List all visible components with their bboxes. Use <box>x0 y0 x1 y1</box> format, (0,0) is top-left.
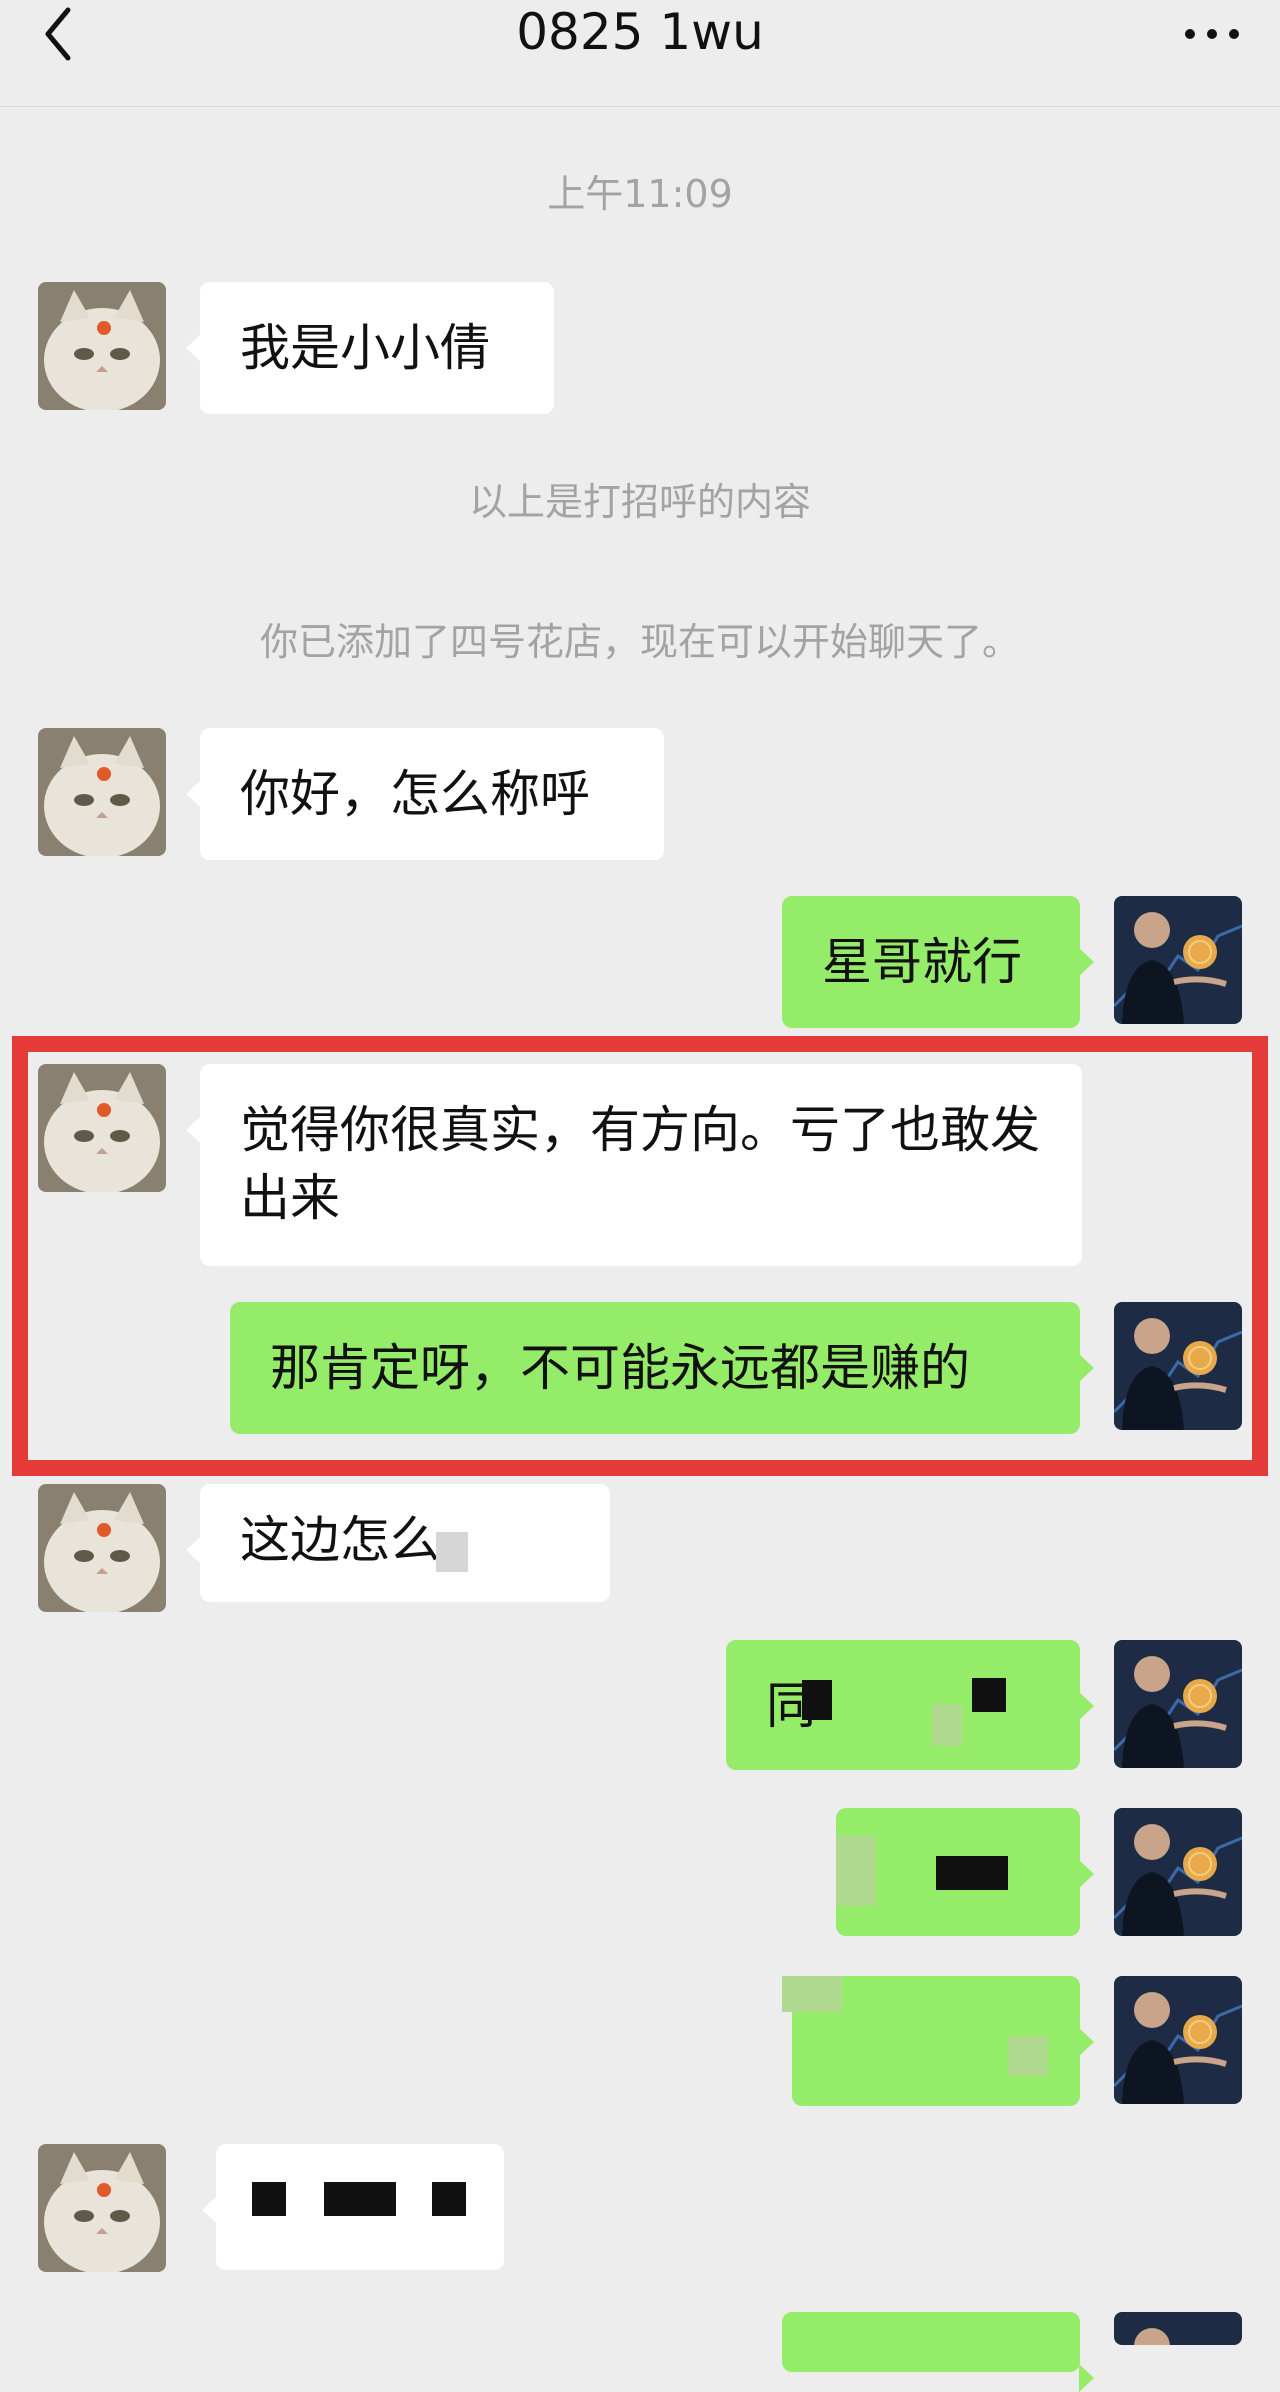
redaction-mosaic <box>972 1678 1006 1712</box>
message-bubble-received[interactable]: 觉得你很真实，有方向。亏了也敢发出来 <box>186 1064 1082 1266</box>
message-bubble-sent[interactable] <box>836 1808 1094 1936</box>
cat-avatar-icon <box>38 728 166 856</box>
contact-avatar[interactable] <box>38 728 166 856</box>
message-bubble-sent[interactable] <box>782 1976 1094 2106</box>
redaction-mosaic <box>432 2182 466 2216</box>
businessman-avatar-icon <box>1114 896 1242 1024</box>
more-button[interactable] <box>1182 14 1242 54</box>
contact-avatar[interactable] <box>38 1484 166 1612</box>
redaction-mosaic <box>252 2182 286 2216</box>
businessman-avatar-icon <box>1114 2312 1242 2345</box>
message-text: 这边怎么 <box>240 1511 440 1569</box>
message-bubble-received[interactable]: 你好，怎么称呼 <box>186 728 664 860</box>
user-avatar[interactable] <box>1114 1808 1242 1936</box>
cat-avatar-icon <box>38 282 166 410</box>
chat-title: 0825 1wu <box>516 3 764 61</box>
redaction-mosaic <box>782 1976 842 2012</box>
message-text: 我是小小倩 <box>240 319 490 377</box>
user-avatar[interactable] <box>1114 1640 1242 1768</box>
message-text: 你好，怎么称呼 <box>240 765 590 823</box>
redaction-mosaic <box>436 1532 468 1572</box>
user-avatar[interactable] <box>1114 1976 1242 2104</box>
message-text: 星哥就行 <box>822 933 1022 991</box>
message-bubble-sent[interactable]: 那肯定呀，不可能永远都是赚的 <box>230 1302 1094 1434</box>
businessman-avatar-icon <box>1114 1808 1242 1936</box>
chat-header: 0825 1wu <box>0 0 1280 107</box>
redaction-mosaic <box>1008 2036 1048 2076</box>
user-avatar[interactable] <box>1114 1302 1242 1430</box>
message-text: 那肯定呀，不可能永远都是赚的 <box>270 1339 970 1397</box>
message-timestamp: 上午11:09 <box>547 172 733 216</box>
contact-avatar[interactable] <box>38 2144 166 2272</box>
system-note-greeting: 以上是打招呼的内容 <box>468 480 811 524</box>
user-avatar[interactable] <box>1114 2312 1242 2345</box>
message-bubble-received[interactable] <box>202 2144 504 2270</box>
businessman-avatar-icon <box>1114 1640 1242 1768</box>
message-bubble-sent[interactable]: 星哥就行 <box>782 896 1094 1028</box>
redaction-mosaic <box>936 1856 1008 1890</box>
message-bubble-received[interactable]: 我是小小倩 <box>186 282 554 414</box>
contact-avatar[interactable] <box>38 1064 166 1192</box>
businessman-avatar-icon <box>1114 1302 1242 1430</box>
redaction-mosaic <box>932 1704 962 1746</box>
redaction-mosaic <box>836 1836 876 1906</box>
redaction-mosaic <box>802 1680 832 1720</box>
cat-avatar-icon <box>38 2144 166 2272</box>
message-bubble-sent[interactable]: 同 <box>726 1640 1094 1770</box>
contact-avatar[interactable] <box>38 282 166 410</box>
message-text: 觉得你很真实，有方向。亏了也敢发出来 <box>240 1101 1040 1227</box>
businessman-avatar-icon <box>1114 1976 1242 2104</box>
more-dots-icon <box>1185 29 1239 39</box>
message-bubble-received[interactable]: 这边怎么 <box>186 1484 610 1602</box>
cat-avatar-icon <box>38 1484 166 1612</box>
message-bubble-sent[interactable] <box>782 2312 1094 2392</box>
redaction-mosaic <box>324 2182 396 2216</box>
system-note-added: 你已添加了四号花店，现在可以开始聊天了。 <box>259 620 1020 664</box>
user-avatar[interactable] <box>1114 896 1242 1024</box>
cat-avatar-icon <box>38 1064 166 1192</box>
